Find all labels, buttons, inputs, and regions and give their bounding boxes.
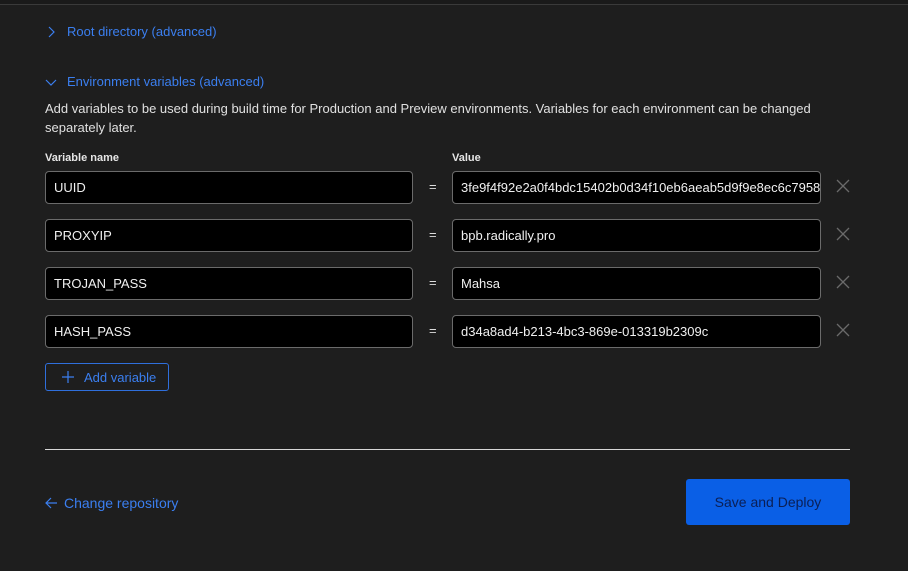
variable-row: TROJAN_PASS = Mahsa [45, 267, 865, 300]
variable-name-input[interactable]: PROXYIP [45, 219, 413, 252]
add-variable-label: Add variable [84, 369, 157, 385]
env-vars-toggle[interactable]: Environment variables (advanced) [45, 74, 264, 89]
equals-sign: = [429, 323, 437, 338]
chevron-right-icon [48, 26, 55, 37]
remove-variable-icon[interactable] [835, 226, 851, 242]
remove-variable-icon[interactable] [835, 322, 851, 338]
variable-name-input[interactable]: HASH_PASS [45, 315, 413, 348]
variable-value-input[interactable]: bpb.radically.pro [452, 219, 821, 252]
variable-name-header: Variable name [45, 152, 119, 164]
variable-value-input[interactable]: 3fe9f4f92e2a0f4bdc15402b0d34f10eb6aeab5d… [452, 171, 821, 204]
variable-name-input[interactable]: TROJAN_PASS [45, 267, 413, 300]
equals-sign: = [429, 179, 437, 194]
equals-sign: = [429, 275, 437, 290]
top-divider [0, 0, 908, 5]
variable-name-input[interactable]: UUID [45, 171, 413, 204]
add-variable-button[interactable]: Add variable [45, 363, 169, 391]
remove-variable-icon[interactable] [835, 274, 851, 290]
save-and-deploy-button[interactable]: Save and Deploy [686, 479, 850, 525]
chevron-down-icon [45, 79, 57, 86]
variable-row: UUID = 3fe9f4f92e2a0f4bdc15402b0d34f10eb… [45, 171, 865, 204]
change-repository-label: Change repository [64, 495, 179, 511]
divider [45, 449, 850, 450]
arrow-left-icon [45, 497, 57, 509]
equals-sign: = [429, 227, 437, 242]
env-vars-label: Environment variables (advanced) [67, 74, 265, 89]
root-directory-toggle[interactable]: Root directory (advanced) [45, 24, 217, 39]
variable-row: PROXYIP = bpb.radically.pro [45, 219, 865, 252]
root-directory-label: Root directory (advanced) [67, 24, 217, 39]
variable-value-input[interactable]: d34a8ad4-b213-4bc3-869e-013319b2309c [452, 315, 821, 348]
variable-value-input[interactable]: Mahsa [452, 267, 821, 300]
env-vars-description: Add variables to be used during build ti… [45, 101, 811, 135]
change-repository-link[interactable]: Change repository [45, 495, 178, 511]
value-header: Value [452, 152, 481, 164]
plus-icon [62, 371, 74, 383]
variable-row: HASH_PASS = d34a8ad4-b213-4bc3-869e-0133… [45, 315, 865, 348]
remove-variable-icon[interactable] [835, 178, 851, 194]
